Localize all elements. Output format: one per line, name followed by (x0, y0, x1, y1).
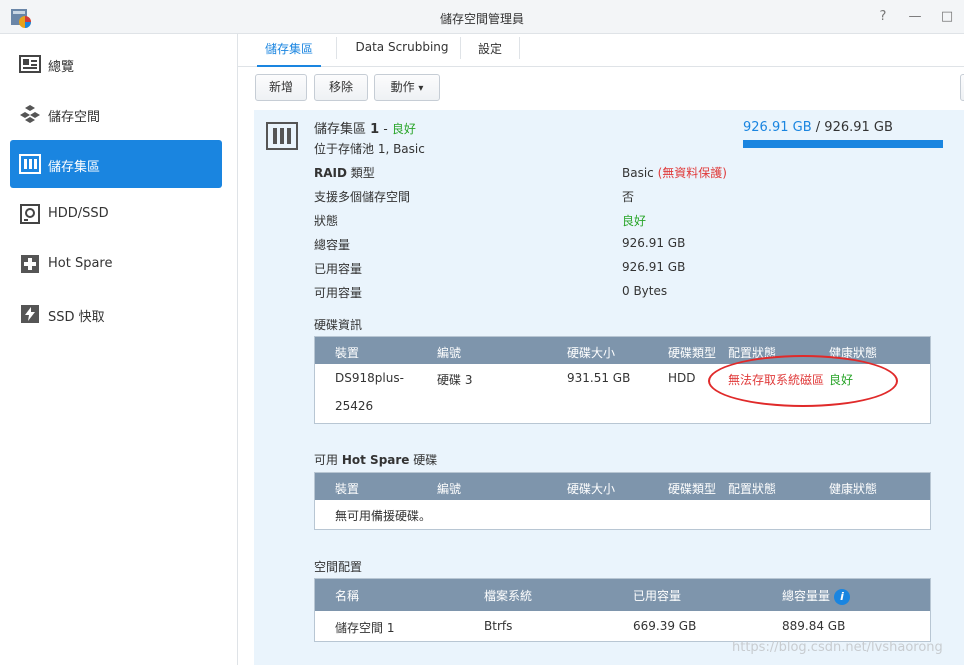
sidebar-item-label: SSD 快取 (48, 310, 105, 325)
sidebar: 總覽 儲存空間 儲存集區 HDD/SSD Hot Spare SSD 快取 (0, 34, 238, 665)
hot-spare-title: 可用 Hot Spare 硬碟 (314, 453, 438, 467)
column-header: 硬碟大小 (567, 346, 616, 360)
column-header: 硬碟大小 (567, 482, 616, 496)
number-cell: 硬碟 3 (437, 373, 473, 387)
sidebar-item-label: 儲存空間 (48, 110, 101, 125)
sidebar-item-volume[interactable]: 儲存空間 (10, 90, 222, 138)
pool-number: 1 (370, 122, 380, 137)
empty-message: 無可用備援硬碟。 (335, 509, 432, 523)
device-cell-line1: DS918plus- (335, 371, 404, 385)
multi-volume-label: 支援多個儲存空間 (314, 190, 411, 204)
column-header: 裝置 (335, 482, 360, 496)
column-header: 總容量量 i (782, 587, 851, 605)
maximize-button[interactable]: □ (938, 8, 956, 26)
title-bar: 儲存空間管理員 ? — □ (0, 0, 964, 34)
capacity-bar (743, 140, 943, 148)
action-label: 動作 (390, 80, 415, 94)
tab-bar: 儲存集區 Data Scrubbing 設定 (238, 34, 964, 67)
remove-button[interactable]: 移除 (314, 74, 368, 101)
pool-location: 位于存储池 1, Basic (314, 142, 425, 156)
create-button[interactable]: 新增 (255, 74, 307, 101)
sidebar-item-storage-pool[interactable]: 儲存集區 (10, 140, 222, 188)
capacity-used: 926.91 GB (743, 120, 812, 135)
watermark: https://blog.csdn.net/lvshaorong (732, 640, 943, 655)
overview-icon (19, 55, 41, 73)
total-capacity-value: 926.91 GB (622, 236, 686, 250)
disk-info-title: 硬碟資訊 (314, 318, 363, 332)
sidebar-item-ssd-cache[interactable]: SSD 快取 (10, 290, 222, 338)
raid-type-label: RAID 類型 (314, 166, 375, 180)
window-title: 儲存空間管理員 (439, 12, 524, 26)
sidebar-item-hdd-ssd[interactable]: HDD/SSD (10, 190, 222, 238)
storage-pool-icon (266, 122, 298, 150)
size-cell: 931.51 GB (567, 371, 631, 385)
raid-type-note: (無資料保護) (657, 166, 727, 180)
hot-spare-icon (21, 255, 39, 273)
column-header: 健康狀態 (829, 482, 878, 496)
space-allocation-table: 名稱 檔案系統 已用容量 總容量量 i 儲存空間 1 Btrfs 669.39 G… (314, 578, 931, 642)
minimize-button[interactable]: — (906, 8, 924, 26)
tab-divider (460, 37, 461, 59)
type-cell: HDD (668, 371, 696, 385)
capacity-slash: / (815, 120, 821, 135)
column-header: 已用容量 (633, 589, 682, 603)
column-header: 名稱 (335, 589, 360, 603)
capacity-bar-fill (743, 140, 943, 148)
hdd-icon (20, 204, 40, 224)
total-cell: 889.84 GB (782, 619, 846, 633)
volume-icon (20, 105, 40, 123)
ssd-cache-icon (21, 305, 39, 323)
table-header: 名稱 檔案系統 已用容量 總容量量 i (315, 579, 930, 611)
pool-title: 儲存集區 1 - 良好 (314, 118, 416, 137)
sidebar-item-label: HDD/SSD (48, 206, 109, 221)
tab-divider (519, 37, 520, 59)
table-header: 裝置 編號 硬碟大小 硬碟類型 配置狀態 健康狀態 (315, 473, 930, 500)
capacity-summary: 926.91 GB / 926.91 GB (743, 120, 893, 135)
pool-status: 良好 (391, 122, 416, 136)
column-header: 編號 (437, 482, 462, 496)
info-icon[interactable]: i (834, 588, 851, 605)
capacity-total: 926.91 GB (824, 120, 893, 135)
main-content: 儲存集區 Data Scrubbing 設定 新增 移除 動作 ▾ 儲存集區 1… (238, 34, 964, 665)
space-allocation-title: 空間配置 (314, 560, 363, 574)
storage-pool-icon (19, 154, 41, 174)
chevron-down-icon: ▾ (418, 83, 424, 94)
status-value: 良好 (622, 214, 647, 228)
column-header: 硬碟類型 (668, 346, 717, 360)
column-header: 配置狀態 (728, 482, 777, 496)
column-header: 裝置 (335, 346, 360, 360)
sidebar-item-label: 總覽 (48, 60, 75, 75)
filesystem-cell: Btrfs (484, 619, 513, 633)
status-label: 狀態 (314, 214, 339, 228)
pool-name: 儲存集區 (314, 122, 367, 137)
sidebar-item-hot-spare[interactable]: Hot Spare (10, 240, 222, 288)
action-dropdown-button[interactable]: 動作 ▾ (374, 74, 440, 101)
hot-spare-table: 裝置 編號 硬碟大小 硬碟類型 配置狀態 健康狀態 無可用備援硬碟。 (314, 472, 931, 530)
multi-volume-value: 否 (622, 190, 635, 204)
tab-settings[interactable]: 設定 (470, 40, 510, 67)
column-header: 檔案系統 (484, 589, 533, 603)
highlight-ellipse-annotation (708, 355, 898, 407)
column-header: 硬碟類型 (668, 482, 717, 496)
used-capacity-label: 已用容量 (314, 262, 363, 276)
available-capacity-value: 0 Bytes (622, 284, 668, 298)
help-button[interactable]: ? (874, 8, 892, 26)
toolbar-extra-button[interactable] (960, 74, 964, 101)
sidebar-item-label: Hot Spare (48, 256, 113, 271)
column-header: 編號 (437, 346, 462, 360)
used-cell: 669.39 GB (633, 619, 697, 633)
tab-storage-pool[interactable]: 儲存集區 (257, 40, 321, 67)
available-capacity-label: 可用容量 (314, 286, 363, 300)
tab-divider (336, 37, 337, 59)
device-cell-line2: 25426 (335, 399, 374, 413)
used-capacity-value: 926.91 GB (622, 260, 686, 274)
raid-type-value: Basic (無資料保護) (622, 166, 727, 180)
tab-data-scrubbing[interactable]: Data Scrubbing (346, 40, 458, 67)
name-cell: 儲存空間 1 (335, 621, 395, 635)
total-capacity-label: 總容量 (314, 238, 351, 252)
pool-separator: - (383, 122, 388, 136)
sidebar-item-label: 儲存集區 (48, 160, 101, 175)
sidebar-item-overview[interactable]: 總覽 (10, 40, 222, 88)
